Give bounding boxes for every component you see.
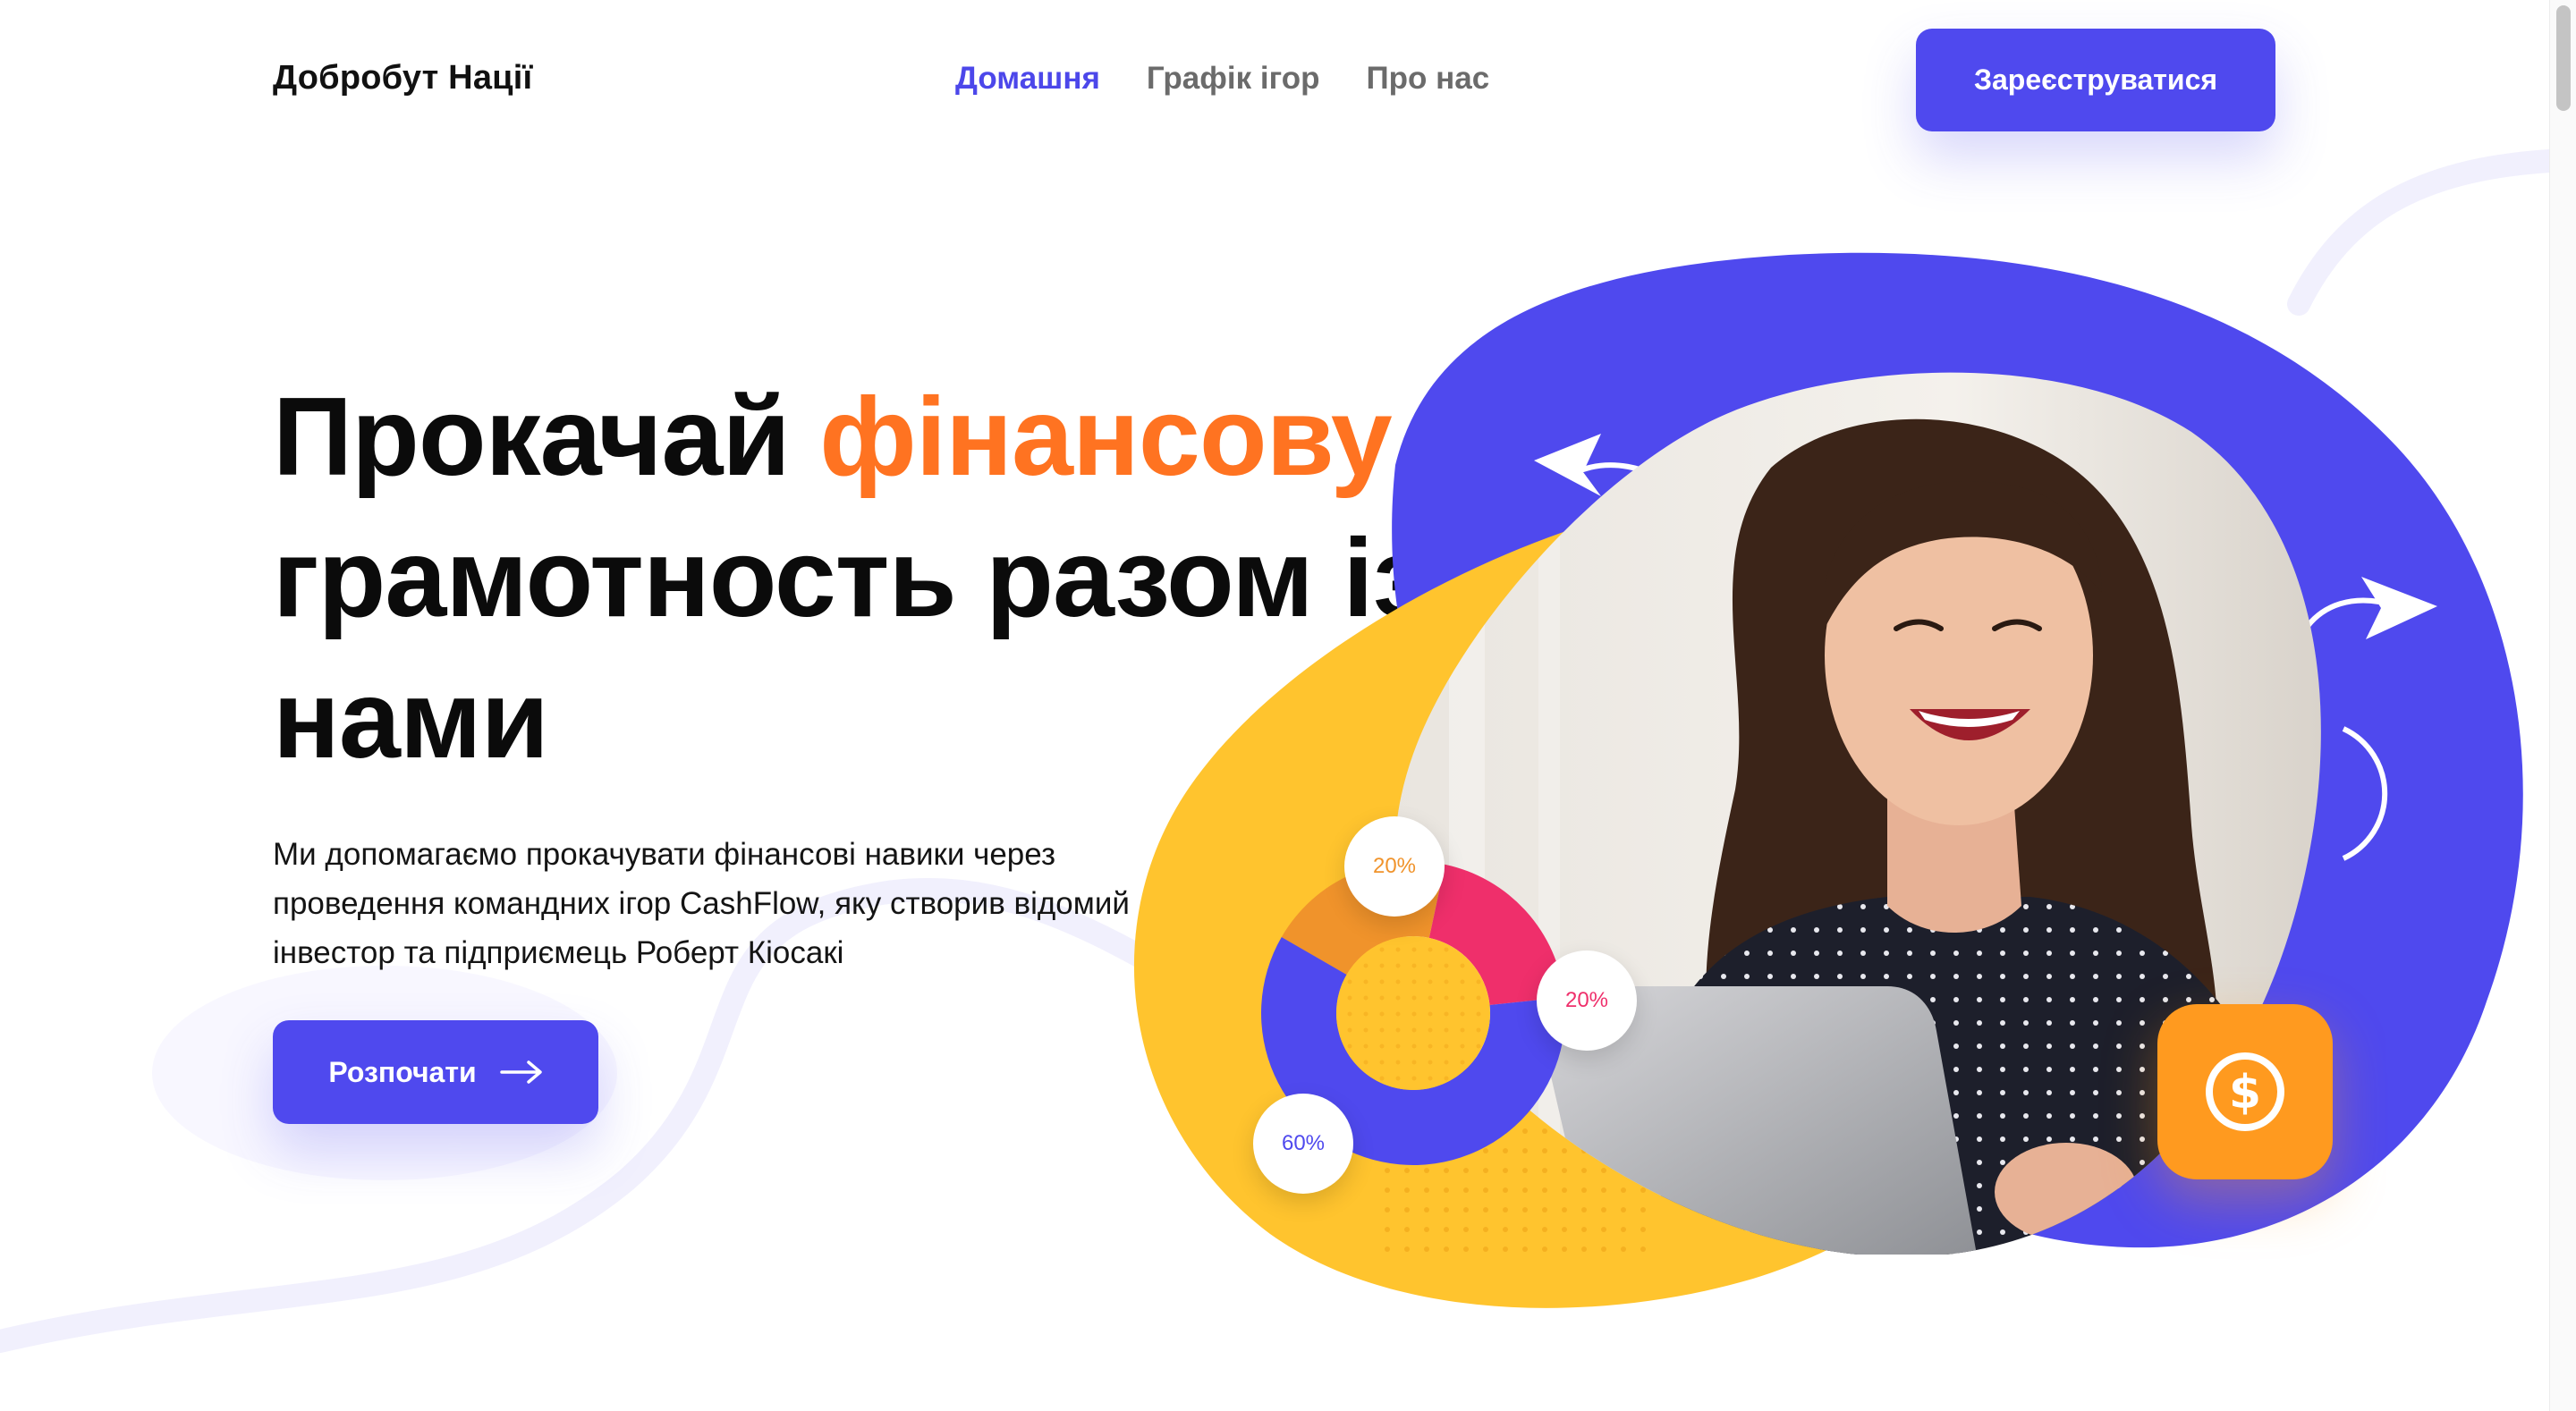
page-scrollbar[interactable] [2549, 0, 2576, 1411]
nav-item-home[interactable]: Домашня [955, 61, 1100, 97]
page: Добробут Нації Домашня Графік ігор Про н… [0, 0, 2576, 1411]
nav-item-games-schedule[interactable]: Графік ігор [1147, 61, 1320, 97]
donut-label-pink: 20% [1537, 951, 1637, 1051]
register-button[interactable]: Зареєструватися [1916, 29, 2275, 131]
dollar-coin-icon: $ [2206, 1052, 2284, 1131]
arrow-right-icon [499, 1060, 543, 1085]
start-button-label: Розпочати [328, 1055, 477, 1088]
scrollbar-thumb[interactable] [2556, 5, 2571, 111]
hero-title-part3: нами [273, 658, 549, 782]
svg-text:$: $ [2229, 1066, 2261, 1120]
donut-label-orange: 20% [1344, 816, 1445, 917]
coin-badge: $ [2157, 1004, 2333, 1179]
hero-description: Ми допомагаємо прокачувати фінансові нав… [273, 837, 1130, 970]
main-nav: Домашня Графік ігор Про нас [955, 61, 1489, 97]
start-button[interactable]: Розпочати [273, 1020, 598, 1124]
hero-title-part1: Прокачай [273, 376, 820, 499]
site-header: Добробут Нації Домашня Графік ігор Про н… [0, 0, 2549, 161]
nav-item-about[interactable]: Про нас [1366, 61, 1489, 97]
donut-label-blue: 60% [1253, 1094, 1353, 1194]
site-logo[interactable]: Добробут Нації [273, 59, 532, 97]
